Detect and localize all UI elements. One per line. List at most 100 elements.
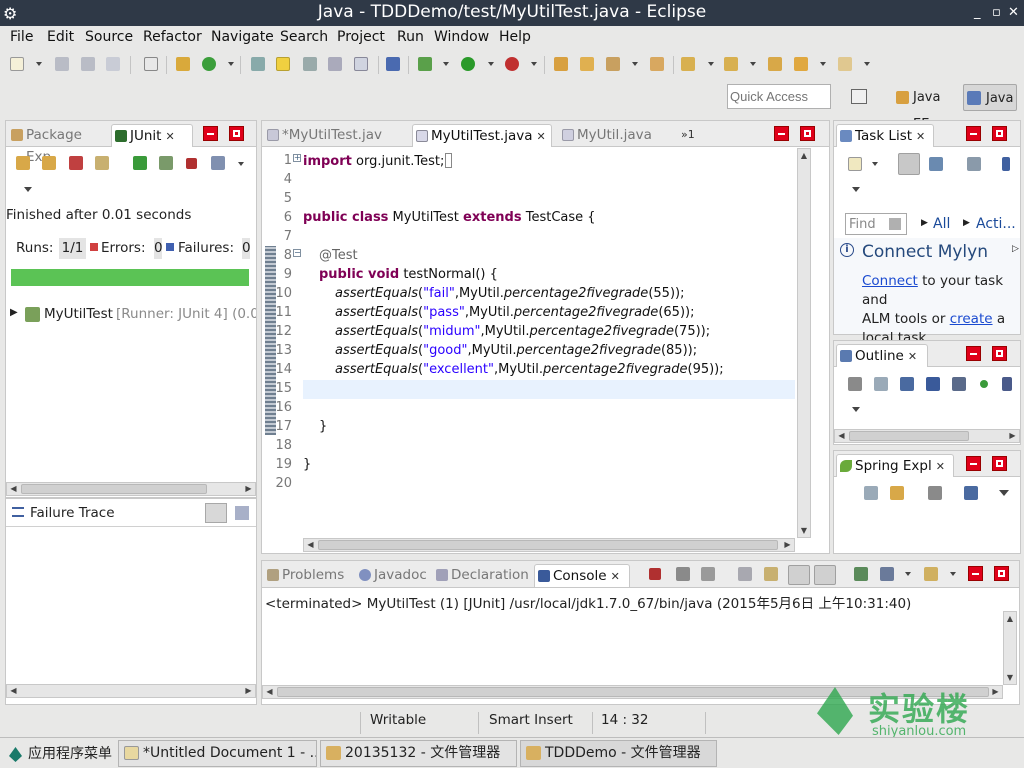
find-clear-icon[interactable] — [889, 218, 901, 230]
open-folder-icon[interactable] — [580, 57, 594, 71]
maximize-view-button[interactable] — [992, 456, 1007, 471]
editor-vscroll[interactable]: ▲ ▼ — [797, 148, 811, 538]
prev-annotation-icon[interactable] — [724, 57, 738, 71]
taskbar-item-file-manager-20135132[interactable]: 20135132 - 文件管理器 — [320, 740, 517, 767]
binary-icon[interactable] — [144, 57, 158, 71]
tab-problems[interactable]: Problems — [264, 564, 352, 587]
save-icon[interactable] — [55, 57, 69, 71]
rerun-test-icon[interactable] — [133, 156, 147, 170]
close-tab-icon[interactable]: ✕ — [536, 130, 545, 143]
last-edit-icon[interactable] — [768, 57, 782, 71]
open-console-icon[interactable] — [924, 567, 938, 581]
pin-icon[interactable] — [386, 57, 400, 71]
collapse-outline-icon[interactable] — [874, 377, 888, 391]
editor-hscroll[interactable]: ◀ ▶ — [303, 538, 795, 552]
debug-icon[interactable] — [418, 57, 432, 71]
create-link[interactable]: create — [950, 311, 993, 327]
clear-console-icon[interactable] — [738, 567, 752, 581]
show-console-output-icon[interactable] — [814, 565, 836, 585]
close-tab-icon[interactable]: ✕ — [165, 130, 174, 143]
hide-local-types-icon[interactable] — [1002, 377, 1012, 391]
close-button[interactable]: ✕ — [1008, 0, 1019, 25]
run-coverage-icon[interactable] — [505, 57, 519, 71]
task-filter-all[interactable]: All — [933, 216, 950, 232]
open-task-icon[interactable] — [650, 57, 664, 71]
tab-spring-explorer[interactable]: Spring Expl ✕ — [836, 454, 954, 477]
code-text-area[interactable]: import org.junit.Test; public class MyUt… — [303, 148, 795, 538]
junit-tree-hscroll[interactable]: ◀ ▶ — [6, 482, 256, 496]
next-failure-icon[interactable] — [16, 156, 30, 170]
test-tree-item[interactable]: ▶ MyUtilTest [Runner: JUnit 4] (0.00 — [8, 306, 256, 326]
categorized-icon[interactable] — [898, 153, 920, 175]
sort-icon[interactable] — [900, 377, 914, 391]
maximize-button[interactable]: ▫ — [992, 0, 1001, 25]
tab-declaration[interactable]: Declaration — [433, 564, 530, 587]
minimize-view-button[interactable] — [203, 126, 218, 141]
menu-file[interactable]: File — [10, 29, 33, 45]
maximize-editor-button[interactable] — [800, 126, 815, 141]
menu-navigate[interactable]: Navigate — [211, 29, 274, 45]
tab-outline[interactable]: Outline ✕ — [836, 344, 928, 367]
collapse-all-icon[interactable] — [967, 157, 981, 171]
hide-fields-icon[interactable] — [926, 377, 940, 391]
new-task-icon[interactable] — [848, 157, 862, 171]
new-java-package-icon[interactable] — [176, 57, 190, 71]
scheduled-icon[interactable] — [929, 157, 943, 171]
task-find-input[interactable]: Find — [845, 213, 907, 235]
word-wrap-icon[interactable] — [788, 565, 810, 585]
tab-junit[interactable]: JUnit ✕ — [111, 124, 193, 147]
sort-spring-icon[interactable] — [964, 486, 978, 500]
rerun-failed-first-icon[interactable] — [159, 156, 173, 170]
scroll-lock-icon[interactable] — [95, 156, 109, 170]
pin-console-icon[interactable] — [854, 567, 868, 581]
open-perspective-icon[interactable] — [851, 89, 867, 104]
maximize-console-button[interactable] — [994, 566, 1009, 581]
minimize-view-button[interactable] — [966, 346, 981, 361]
search-tool-icon[interactable] — [606, 57, 620, 71]
tab-task-list[interactable]: Task List ✕ — [836, 124, 934, 147]
menu-help[interactable]: Help — [499, 29, 531, 45]
show-whitespace-icon[interactable] — [328, 57, 342, 71]
mylyn-close-icon[interactable]: ▷ — [1012, 244, 1019, 254]
connect-link[interactable]: Connect — [862, 273, 918, 289]
minimize-editor-button[interactable] — [774, 126, 789, 141]
minimize-view-button[interactable] — [966, 126, 981, 141]
perspective-java[interactable]: Java — [963, 84, 1017, 111]
eclipse-gear-icon[interactable]: ⚙ — [3, 1, 17, 26]
focus-active-task-icon[interactable] — [848, 377, 862, 391]
refresh-icon[interactable] — [202, 57, 216, 71]
minimize-console-button[interactable] — [968, 566, 983, 581]
menu-run[interactable]: Run — [397, 29, 424, 45]
paragraph-icon[interactable] — [354, 57, 368, 71]
back-icon[interactable] — [794, 57, 808, 71]
toggle-mark-icon[interactable] — [251, 57, 265, 71]
compare-result-icon[interactable] — [235, 506, 249, 520]
failure-trace-hscroll[interactable]: ◀ ▶ — [6, 684, 256, 698]
scroll-lock-console-icon[interactable] — [764, 567, 778, 581]
collapse-spring-icon[interactable] — [864, 486, 878, 500]
filter-spring-icon[interactable] — [928, 486, 942, 500]
task-filter-activate[interactable]: Acti... — [976, 216, 1016, 232]
display-console-icon[interactable] — [880, 567, 894, 581]
menu-window[interactable]: Window — [434, 29, 489, 45]
test-history-icon[interactable] — [211, 156, 225, 170]
tab-javadoc[interactable]: Javadoc — [356, 564, 428, 587]
tab-console[interactable]: Console ✕ — [534, 564, 630, 587]
tab-myutil[interactable]: MyUtil.java — [559, 124, 669, 147]
close-tab-icon[interactable]: ✕ — [916, 130, 925, 143]
remove-all-terminated-icon[interactable] — [701, 567, 715, 581]
close-tab-icon[interactable]: ✕ — [908, 350, 917, 363]
fold-collapse-icon[interactable]: − — [293, 249, 301, 257]
save-all-icon[interactable] — [81, 57, 95, 71]
new-icon[interactable] — [10, 57, 24, 71]
tab-package-explorer[interactable]: Package Exp — [8, 124, 110, 165]
taskbar-item-untitled-document[interactable]: *Untitled Document 1 - ... — [118, 740, 317, 767]
focus-icon[interactable] — [1002, 157, 1010, 171]
menu-edit[interactable]: Edit — [47, 29, 74, 45]
remove-launch-icon[interactable] — [676, 567, 690, 581]
run-icon[interactable] — [461, 57, 475, 71]
hide-static-icon[interactable] — [952, 377, 966, 391]
tab-myutiltest-dirty[interactable]: *MyUtilTest.jav — [264, 124, 404, 147]
menu-refactor[interactable]: Refactor — [143, 29, 202, 45]
minimize-view-button[interactable] — [966, 456, 981, 471]
